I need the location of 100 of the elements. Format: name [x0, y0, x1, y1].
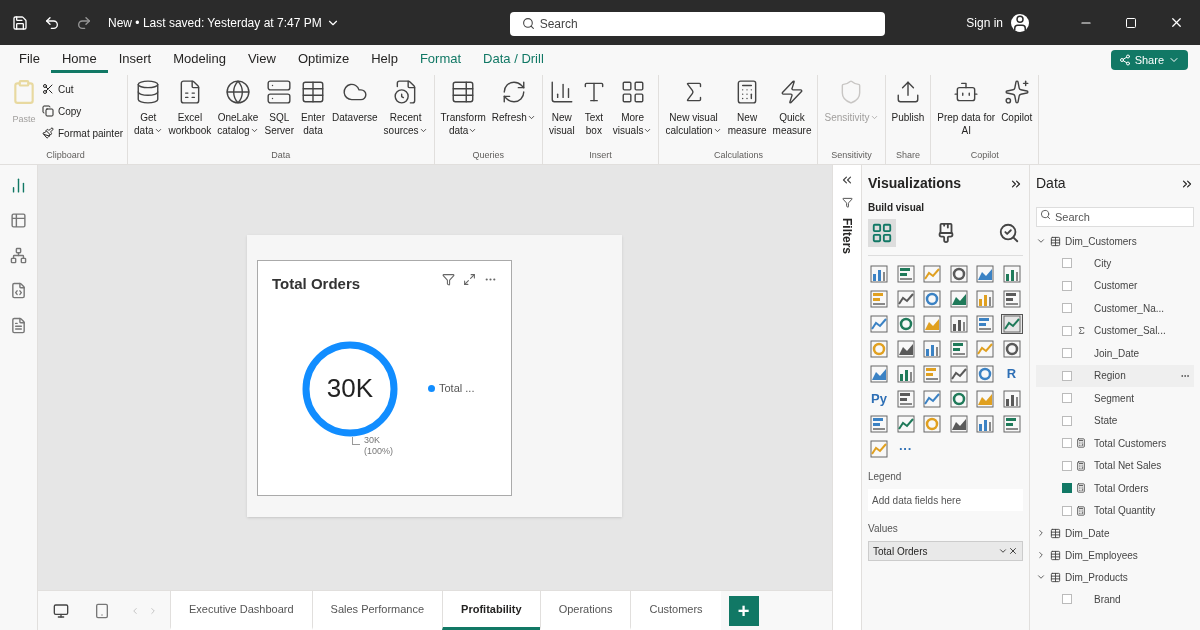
menu-tab[interactable]: File [8, 47, 51, 73]
page-tab[interactable]: Sales Performance [311, 591, 443, 630]
save-icon[interactable] [12, 14, 28, 31]
table-node[interactable]: Dim_Employees [1036, 544, 1194, 566]
focus-mode-icon[interactable] [463, 273, 476, 286]
field-well[interactable]: Add data fields here [868, 489, 1023, 511]
ribbon-button[interactable]: Text box [578, 79, 609, 137]
chart-type-button[interactable] [974, 314, 996, 334]
checkbox[interactable] [1062, 505, 1072, 516]
code-view-icon[interactable] [10, 282, 27, 299]
chart-type-button[interactable] [1000, 389, 1023, 409]
table-node[interactable]: Dim_Customers [1036, 230, 1194, 252]
chart-type-button[interactable] [947, 339, 970, 359]
avatar-icon[interactable] [1011, 13, 1029, 32]
chart-type-button[interactable] [868, 364, 890, 384]
chart-type-button[interactable] [1000, 414, 1023, 434]
page-tab[interactable]: Profitability [442, 591, 540, 630]
chart-type-button[interactable] [947, 414, 970, 434]
chart-type-button[interactable] [894, 364, 917, 384]
ribbon-button[interactable]: New visual [546, 79, 577, 137]
page-tab[interactable]: Operations [539, 591, 631, 630]
menu-tab[interactable]: View [236, 47, 287, 73]
field-item[interactable]: Customer_Na... [1036, 297, 1194, 320]
sign-in-link[interactable]: Sign in [966, 13, 1003, 32]
chart-type-button[interactable] [921, 339, 943, 359]
chart-type-button[interactable] [947, 264, 970, 284]
ribbon-button[interactable]: New measure [725, 79, 769, 137]
chart-type-button[interactable] [921, 389, 943, 409]
add-page-button[interactable]: + [728, 595, 759, 626]
checkbox[interactable] [1062, 594, 1072, 605]
chart-type-button[interactable] [1000, 264, 1023, 284]
field-item[interactable]: Brand [1036, 588, 1194, 611]
field-item[interactable]: State [1036, 409, 1194, 432]
table-node[interactable]: Dim_Products [1036, 566, 1194, 588]
menu-tab[interactable]: Help [360, 47, 409, 73]
ribbon-button[interactable]: Copy [42, 101, 124, 121]
menu-tab[interactable]: Optimize [286, 47, 361, 73]
ribbon-button[interactable]: Refresh [489, 79, 538, 124]
ribbon-button[interactable]: Get data [132, 79, 165, 137]
chart-type-button[interactable] [894, 314, 917, 334]
checkbox[interactable] [1062, 258, 1072, 269]
table-node[interactable]: Dim_Date [1036, 522, 1194, 544]
field-item[interactable]: Total Quantity [1036, 499, 1194, 522]
ribbon-button[interactable]: New visual calculation [663, 79, 724, 137]
field-item[interactable]: Customer [1036, 274, 1194, 297]
checkbox[interactable] [1062, 393, 1072, 404]
chart-type-button[interactable] [947, 289, 970, 309]
field-item[interactable]: City [1036, 252, 1194, 275]
checkbox[interactable] [1062, 438, 1072, 449]
chart-type-button[interactable] [921, 364, 943, 384]
ribbon-button[interactable]: Prep data for AI [935, 79, 998, 137]
menu-tab[interactable]: Format [408, 47, 473, 73]
checkbox[interactable] [1062, 303, 1072, 314]
chart-type-button[interactable] [974, 289, 996, 309]
remove-icon[interactable] [1008, 546, 1018, 556]
ribbon-button[interactable]: OneLake catalog [215, 79, 261, 137]
checkbox[interactable] [1062, 483, 1072, 494]
ribbon-button[interactable]: Enter data [298, 79, 328, 137]
ribbon-button[interactable]: Quick measure [770, 79, 814, 137]
field-item[interactable]: Total Customers [1036, 432, 1194, 455]
ribbon-button[interactable]: Dataverse [330, 79, 380, 124]
chart-type-button[interactable] [868, 414, 890, 434]
close-icon[interactable] [1169, 15, 1184, 30]
chart-type-button[interactable] [921, 289, 943, 309]
chart-type-button[interactable] [947, 389, 970, 409]
ribbon-button[interactable]: More visuals [610, 79, 655, 137]
table-view-icon[interactable] [10, 212, 27, 229]
model-view-icon[interactable] [10, 247, 27, 264]
chart-type-button[interactable] [894, 289, 917, 309]
build-tab[interactable] [868, 219, 896, 247]
chart-type-button[interactable] [894, 264, 917, 284]
ribbon-button[interactable]: Excel workbook [166, 79, 214, 137]
ribbon-button[interactable]: Format painter [42, 123, 124, 143]
checkbox[interactable] [1062, 325, 1072, 336]
chart-type-button[interactable] [868, 314, 890, 334]
ribbon-button[interactable]: SQL Server [262, 79, 296, 137]
collapse-icon[interactable] [840, 173, 854, 187]
mobile-view-icon[interactable] [94, 602, 110, 619]
ribbon-button[interactable]: Cut [42, 79, 124, 99]
field-item[interactable]: Region [1036, 364, 1194, 387]
share-button[interactable]: Share [1110, 50, 1188, 70]
chart-type-button[interactable] [894, 414, 917, 434]
checkbox[interactable] [1062, 460, 1072, 471]
field-item[interactable]: Total Net Sales [1036, 454, 1194, 477]
chart-type-button[interactable] [947, 364, 970, 384]
chart-type-button[interactable] [974, 364, 996, 384]
undo-icon[interactable] [44, 14, 60, 31]
ribbon-button[interactable]: Recent sources [381, 79, 430, 137]
menu-tab[interactable]: Data / Drill [472, 47, 555, 73]
filter-icon[interactable] [442, 273, 455, 286]
field-item[interactable]: Join_Date [1036, 342, 1194, 365]
chart-type-button[interactable] [1000, 314, 1023, 334]
checkbox[interactable] [1062, 280, 1072, 291]
chart-type-button[interactable]: ··· [894, 439, 917, 459]
field-item[interactable]: Customer_Sal... [1036, 319, 1194, 342]
search-field[interactable]: Search [1036, 207, 1194, 227]
ribbon-button[interactable]: Publish [889, 79, 927, 124]
chart-type-button[interactable]: Py [868, 389, 890, 409]
chart-type-button[interactable] [868, 289, 890, 309]
page-tab[interactable]: Customers [630, 591, 721, 630]
